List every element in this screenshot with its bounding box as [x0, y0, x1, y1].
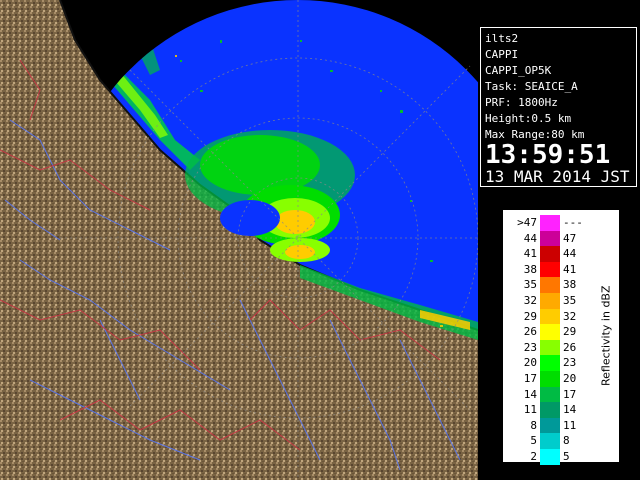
legend-rows: >47 --- 44 47 41 44 38 41 35 38 32 35 29 32 26 29 23 26 20… — [507, 215, 593, 465]
legend-low-value: 41 — [523, 247, 537, 261]
legend-color-swatch — [540, 292, 560, 309]
legend-low-value: 32 — [523, 293, 537, 307]
legend-low-value: 5 — [530, 434, 537, 448]
legend-color-swatch — [540, 230, 560, 247]
product-type: CAPPI — [485, 48, 519, 61]
info-panel: ilts2 CAPPI CAPPI_OP5K Task: SEAICE_A PR… — [480, 27, 637, 187]
legend-high-value: 35 — [563, 293, 577, 307]
legend-color-swatch — [540, 417, 560, 434]
legend-high-value: 23 — [563, 356, 577, 370]
legend-color-swatch — [540, 308, 560, 325]
legend-low-value: 2 — [530, 449, 537, 463]
legend-row: 29 32 — [507, 308, 593, 325]
legend-color-swatch — [540, 246, 560, 262]
legend-low-value: 35 — [523, 278, 537, 292]
legend-high-value: 47 — [563, 231, 577, 245]
legend-high-value: 17 — [563, 387, 577, 401]
legend-row: 58 — [507, 433, 593, 449]
legend-low-value: 26 — [523, 325, 537, 339]
legend-row: 44 47 — [507, 230, 593, 247]
legend-low-value: 8 — [530, 418, 537, 432]
legend-row: 17 20 — [507, 370, 593, 387]
legend-low-value: 23 — [523, 340, 537, 354]
height-label: Height:0.5 km — [485, 112, 572, 125]
legend-low-value: 38 — [523, 262, 537, 276]
legend-low-value: 44 — [523, 231, 537, 245]
legend-color-swatch — [540, 339, 560, 356]
legend-row: 26 29 — [507, 324, 593, 340]
legend-high-value: 26 — [563, 340, 577, 354]
scan-time: 13:59:51 — [485, 140, 611, 170]
legend-high-value: 20 — [563, 371, 577, 385]
legend-row: 20 23 — [507, 355, 593, 371]
legend-high-value: 44 — [563, 247, 577, 261]
legend-high-value: 11 — [563, 418, 577, 432]
legend-row: >47 --- — [507, 215, 593, 231]
site-name: ilts2 — [485, 32, 519, 45]
legend-row: 23 26 — [507, 339, 593, 356]
product-name: CAPPI_OP5K — [485, 64, 552, 77]
legend-low-value: 29 — [523, 309, 537, 323]
legend-color-swatch — [540, 433, 560, 449]
legend-high-value: 8 — [563, 434, 570, 448]
legend-title: Reflectivity in dBZ — [599, 285, 613, 387]
legend-low-value: 17 — [523, 371, 537, 385]
legend-row: 8 11 — [507, 417, 593, 434]
task-label: Task: SEAICE_A — [485, 80, 578, 93]
legend-high-value: 32 — [563, 309, 577, 323]
legend-low-value: >47 — [517, 216, 537, 229]
legend-color-swatch — [540, 370, 560, 387]
legend-color-swatch — [540, 261, 560, 278]
legend-color-swatch — [540, 402, 560, 418]
legend-low-value: 14 — [523, 387, 537, 401]
prf-label: PRF: 1800Hz — [485, 96, 558, 109]
legend-low-value: 20 — [523, 356, 537, 370]
legend-row: 11 14 — [507, 402, 593, 418]
legend-high-value: 29 — [563, 325, 577, 339]
legend-high-value: 5 — [563, 449, 570, 463]
legend-high-value: 41 — [563, 262, 577, 276]
legend-color-swatch — [540, 324, 560, 340]
legend-color-swatch — [540, 277, 560, 293]
legend-low-value: 11 — [523, 403, 537, 417]
legend-color-swatch — [540, 448, 560, 465]
legend-high-value: --- — [563, 216, 583, 229]
legend-color-swatch — [540, 355, 560, 371]
legend-color-swatch — [540, 215, 560, 231]
legend-high-value: 14 — [563, 403, 577, 417]
legend-row: 38 41 — [507, 261, 593, 278]
legend-row: 41 44 — [507, 246, 593, 262]
legend-row: 35 38 — [507, 277, 593, 293]
legend-row: 25 — [507, 448, 593, 465]
legend-color-swatch — [540, 386, 560, 403]
legend-row: 14 17 — [507, 386, 593, 403]
legend-high-value: 38 — [563, 278, 577, 292]
scan-date: 13 MAR 2014 JST — [485, 167, 630, 186]
legend-row: 32 35 — [507, 292, 593, 309]
reflectivity-legend: >47 --- 44 47 41 44 38 41 35 38 32 35 29 32 26 29 23 26 20… — [503, 210, 619, 465]
radar-map[interactable] — [0, 0, 478, 480]
